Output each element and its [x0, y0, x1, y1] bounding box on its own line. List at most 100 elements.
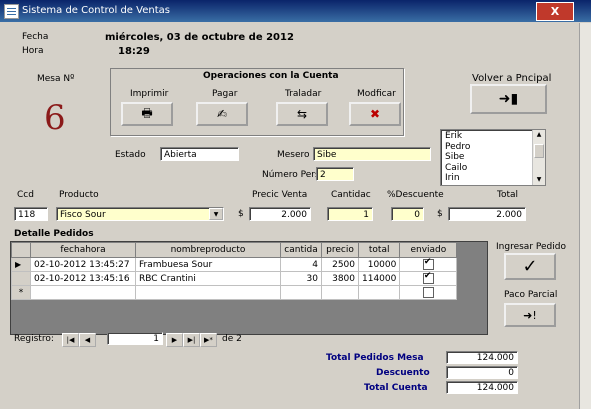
enviado-checkbox[interactable] — [422, 271, 434, 284]
fecha-label: Fecha — [22, 32, 49, 42]
table-row-new[interactable]: * — [11, 285, 458, 300]
modificar-button[interactable]: ✖ — [349, 102, 401, 126]
descuento-total-label: Descuento — [376, 368, 430, 378]
list-item[interactable]: Irin — [445, 173, 470, 184]
volver-button[interactable]: ➜▮ — [470, 84, 547, 114]
window-title: Sistema de Control de Ventas — [22, 5, 170, 16]
new-record-icon[interactable]: ▶* — [200, 333, 217, 347]
list-item[interactable]: Sibe — [445, 152, 470, 163]
list-item[interactable]: Cailo — [445, 163, 470, 174]
row-indicator[interactable]: ▶ — [11, 257, 31, 272]
precio-field[interactable]: 2.000 — [249, 207, 311, 221]
pago-parcial-label: Paco Parcial — [504, 290, 558, 300]
cell-total[interactable]: 114000 — [357, 271, 401, 286]
cell-cantidad[interactable]: 4 — [280, 257, 322, 272]
fecha-value: miércoles, 03 de octubre de 2012 — [105, 32, 294, 43]
list-item[interactable]: Pedro — [445, 142, 470, 153]
total-field[interactable]: 2.000 — [448, 207, 526, 221]
scroll-down-icon[interactable]: ▼ — [534, 176, 544, 184]
cell-nombre[interactable] — [135, 285, 281, 300]
list-item[interactable]: Erik — [445, 131, 470, 142]
cell-precio[interactable] — [321, 285, 359, 300]
total-label: Total — [497, 190, 519, 200]
checkmark-icon: ✓ — [522, 256, 538, 277]
cell-precio[interactable]: 2500 — [321, 257, 359, 272]
col-header[interactable]: precio — [321, 242, 359, 258]
trasladar-label: Traladar — [285, 89, 322, 99]
mesero-label: Mesero — [277, 150, 310, 160]
close-button[interactable]: X — [536, 2, 574, 21]
row-indicator[interactable]: * — [11, 285, 31, 300]
next-record-icon[interactable]: ▶ — [166, 333, 183, 347]
pagar-label: Pagar — [212, 89, 238, 99]
ingresar-label: Ingresar Pedido — [496, 242, 566, 252]
cell-nombre[interactable]: RBC Crantini — [135, 271, 281, 286]
ingresar-pedido-button[interactable]: ✓ — [504, 253, 556, 280]
col-header[interactable]: cantida — [280, 242, 322, 258]
scroll-up-icon[interactable]: ▲ — [534, 131, 544, 139]
personas-field[interactable]: 2 — [316, 167, 354, 181]
title-bar: Sistema de Control de Ventas X — [0, 0, 591, 22]
cantidad-field[interactable]: 1 — [327, 207, 373, 221]
edit-form-icon: ✍ — [216, 107, 228, 121]
registro-label: Registro: — [14, 334, 54, 344]
vertical-scrollbar[interactable] — [579, 23, 591, 409]
detalle-grid: fechahora nombreproducto cantida precio … — [10, 241, 488, 335]
row-selector-header — [11, 242, 31, 258]
cod-field[interactable]: 118 — [14, 207, 48, 221]
cell-total[interactable]: 10000 — [357, 257, 401, 272]
imprimir-button[interactable]: 🖶 — [121, 102, 173, 126]
cell-total[interactable] — [357, 285, 401, 300]
last-record-icon[interactable]: ▶| — [183, 333, 200, 347]
precio-currency: $ — [238, 209, 244, 219]
cell-fechahora[interactable]: 02-10-2012 13:45:27 — [30, 257, 136, 272]
modify-x-icon: ✖ — [369, 107, 381, 121]
estado-field[interactable]: Abierta — [160, 147, 239, 161]
table-row[interactable]: ▶ 02-10-2012 13:45:27 Frambuesa Sour 4 2… — [11, 257, 458, 272]
total-cuenta-field: 124.000 — [446, 381, 518, 394]
total-currency: $ — [437, 209, 443, 219]
mesero-field[interactable]: Sibe — [313, 147, 431, 161]
first-record-icon[interactable]: |◀ — [62, 333, 79, 347]
cell-nombre[interactable]: Frambuesa Sour — [135, 257, 281, 272]
cell-fechahora[interactable] — [30, 285, 136, 300]
detalle-label: Detalle Pedidos — [14, 229, 94, 239]
producto-combobox[interactable]: Fisco Sour ▼ — [56, 207, 224, 221]
pagar-button[interactable]: ✍ — [196, 102, 248, 126]
trasladar-button[interactable]: ⇆ — [276, 102, 328, 126]
prev-record-icon[interactable]: ◀ — [79, 333, 96, 347]
descuento-total-field: 0 — [446, 366, 518, 379]
pago-parcial-button[interactable]: ➜! — [504, 303, 556, 327]
cell-precio[interactable]: 3800 — [321, 271, 359, 286]
col-header[interactable]: total — [357, 242, 401, 258]
descuento-field[interactable]: 0 — [391, 207, 424, 221]
mesa-number: 6 — [44, 98, 66, 138]
volver-label: Volver a Pncipal — [472, 73, 552, 84]
enviado-checkbox[interactable] — [422, 257, 434, 270]
listbox-scrollbar[interactable]: ▲ ▼ — [532, 130, 545, 185]
record-number-field[interactable]: 1 — [107, 332, 163, 345]
operations-title: Operaciones con la Cuenta — [203, 71, 339, 81]
exit-door-icon: ➜▮ — [498, 91, 519, 107]
producto-label: Producto — [59, 190, 99, 200]
hora-label: Hora — [22, 46, 44, 56]
row-indicator[interactable] — [11, 271, 31, 286]
precio-label: Precic Venta — [252, 190, 308, 200]
mesero-listbox[interactable]: Erik Pedro Sibe Cailo Irin ▲ ▼ — [440, 129, 546, 186]
record-count-label: de 2 — [222, 334, 242, 344]
enviado-checkbox[interactable] — [422, 287, 434, 298]
scroll-thumb[interactable] — [534, 144, 544, 158]
chevron-down-icon[interactable]: ▼ — [209, 208, 223, 220]
cell-cantidad[interactable] — [280, 285, 322, 300]
col-header[interactable]: enviado — [399, 242, 458, 258]
cell-cantidad[interactable]: 30 — [280, 271, 322, 286]
col-header[interactable]: fechahora — [30, 242, 136, 258]
descuento-label: %Descuente — [387, 190, 444, 200]
cell-fechahora[interactable]: 02-10-2012 13:45:16 — [30, 271, 136, 286]
col-header[interactable]: nombreproducto — [135, 242, 281, 258]
table-row[interactable]: 02-10-2012 13:45:16 RBC Crantini 30 3800… — [11, 271, 458, 286]
transfer-icon: ⇆ — [296, 107, 308, 121]
total-pedidos-field: 124.000 — [446, 351, 518, 364]
hora-value: 18:29 — [118, 46, 150, 57]
imprimir-label: Imprimir — [130, 89, 169, 99]
